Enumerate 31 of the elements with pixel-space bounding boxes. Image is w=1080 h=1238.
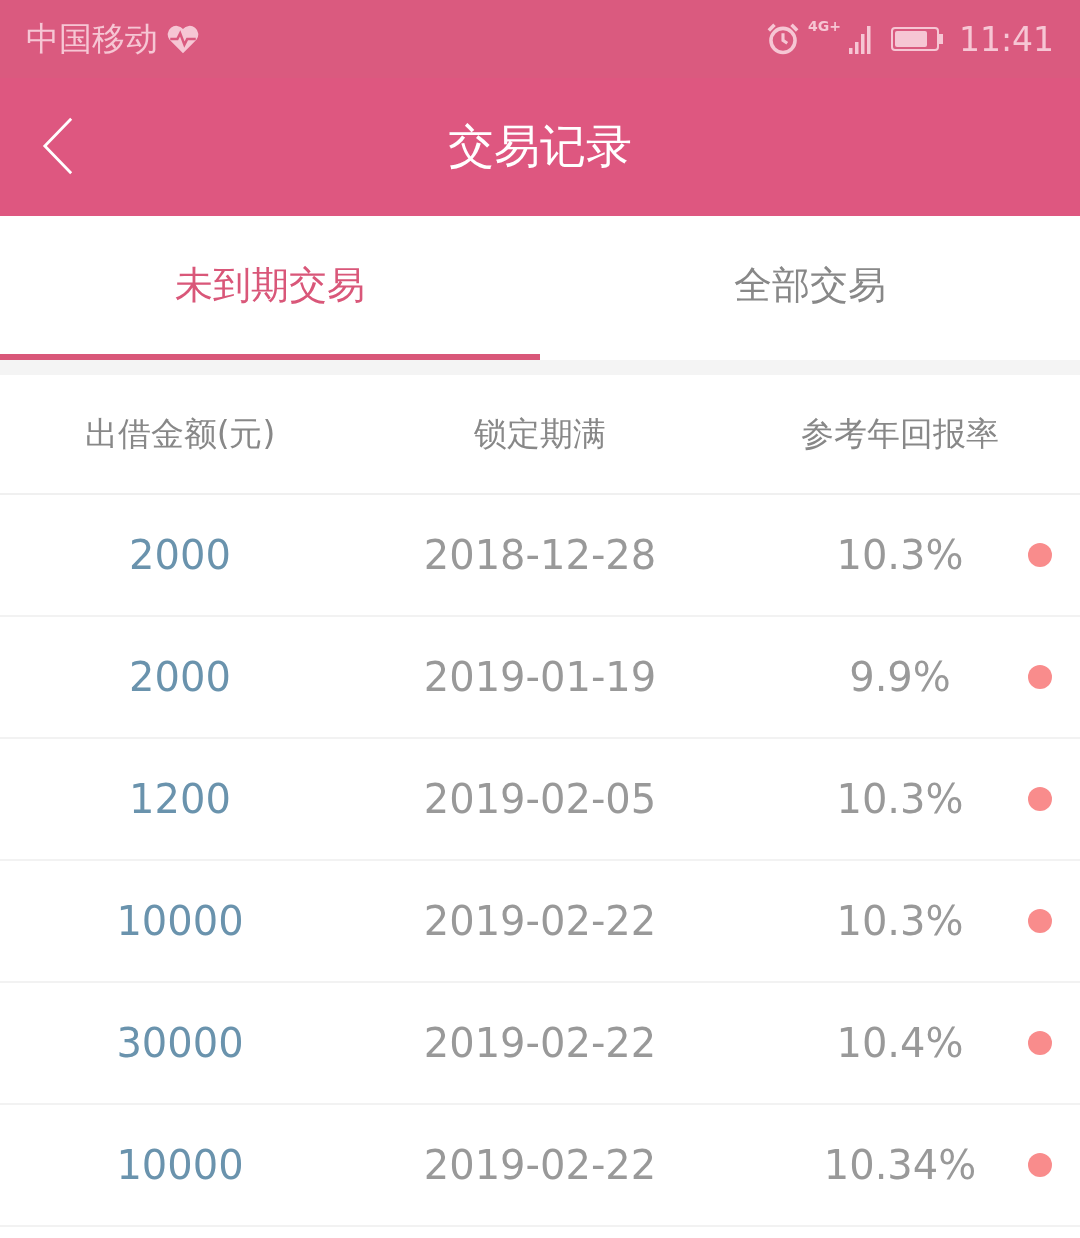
amount-cell: 2000	[129, 532, 231, 578]
heart-icon	[166, 23, 200, 55]
column-header: 出借金额(元)	[84, 412, 276, 455]
rate-cell: 10.3%	[836, 776, 964, 822]
status-time: 11:41	[958, 19, 1054, 59]
amount-cell: 10000	[116, 1142, 244, 1188]
date-cell: 2018-12-28	[423, 532, 657, 578]
carrier-name: 中国移动	[26, 17, 158, 60]
back-icon[interactable]	[42, 116, 74, 176]
rate-cell: 10.4%	[836, 1020, 964, 1066]
amount-cell: 30000	[116, 1020, 244, 1066]
column-header: 参考年回报率	[801, 412, 999, 455]
amount-cell: 1200	[129, 776, 231, 822]
page-title: 交易记录	[448, 118, 632, 175]
signal-icon	[848, 24, 873, 54]
rate-cell: 9.9%	[849, 654, 951, 700]
alarm-icon	[765, 22, 800, 56]
date-cell: 2019-02-22	[423, 898, 657, 944]
amount-cell: 2000	[129, 654, 231, 700]
network-label: 4G+	[807, 18, 841, 34]
column-header: 锁定期满	[474, 412, 606, 455]
rate-cell: 10.3%	[836, 898, 964, 944]
amount-cell: 10000	[116, 898, 244, 944]
tab[interactable]: 全部交易	[540, 216, 1080, 360]
rate-cell: 10.34%	[823, 1142, 977, 1188]
date-cell: 2019-02-22	[423, 1020, 657, 1066]
date-cell: 2019-02-22	[423, 1142, 657, 1188]
battery-icon	[890, 27, 943, 51]
date-cell: 2019-01-19	[423, 654, 657, 700]
date-cell: 2019-02-05	[423, 776, 657, 822]
rate-cell: 10.3%	[836, 532, 964, 578]
